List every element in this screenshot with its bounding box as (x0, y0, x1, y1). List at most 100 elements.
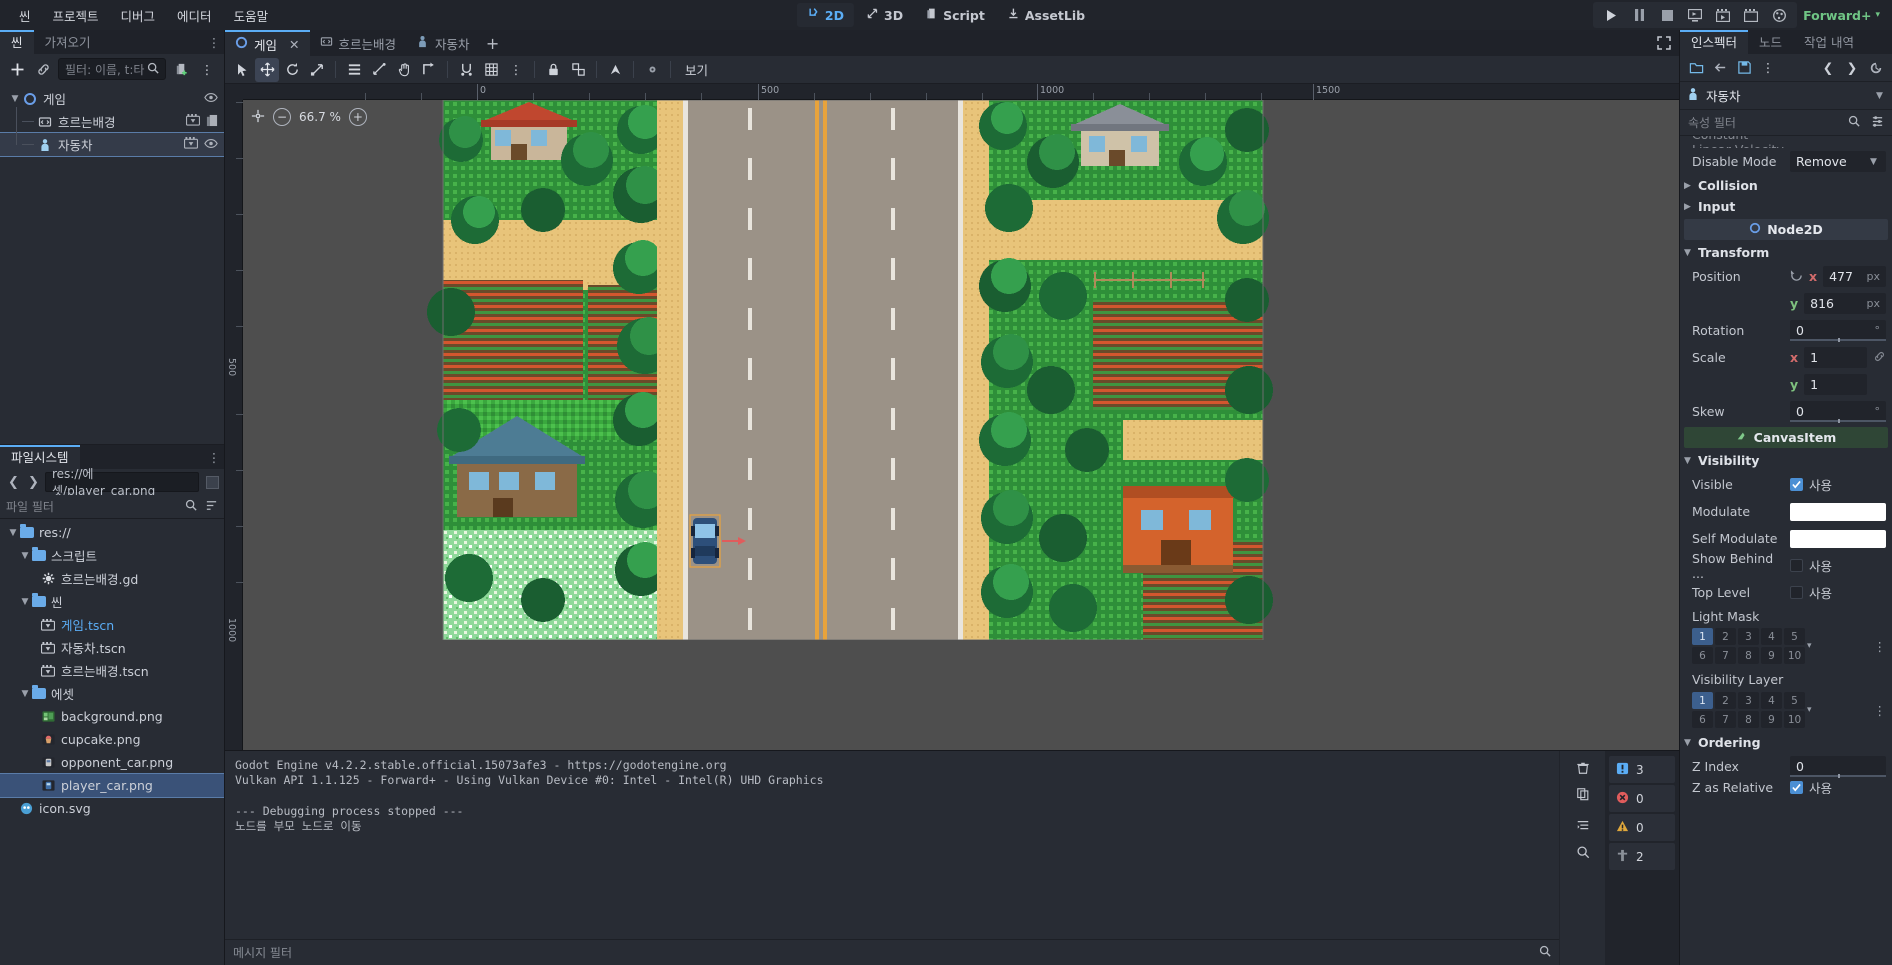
light-mask-bit-8[interactable]: 8 (1738, 647, 1759, 664)
movie-stop-icon[interactable] (1737, 4, 1765, 26)
chevron-down-icon[interactable]: ▼ (1876, 91, 1886, 101)
canvas-viewport[interactable]: 0 500 1000 1500 500 1000 − 66.7 % + (225, 84, 1679, 750)
fs-row-player-car-png[interactable]: player_car.png (0, 773, 224, 798)
light-mask-bit-2[interactable]: 2 (1715, 628, 1736, 645)
save-icon[interactable] (1733, 57, 1755, 79)
add-node-icon[interactable] (6, 58, 28, 80)
scene-tree[interactable]: ▼ 게임 흐르는배경 자동차 (0, 84, 224, 445)
property-value-scale-x[interactable]: 1 (1804, 347, 1867, 368)
renderer-selector[interactable]: Forward+ ▾ (1797, 8, 1886, 23)
view-menu[interactable]: 보기 (677, 60, 716, 79)
list-select-icon[interactable] (342, 58, 366, 82)
filesystem-tree[interactable]: ▼ res:// ▼ 스크립트 흐르는배경.gd ▼ 씬 게임.tscn 자동차… (0, 519, 224, 965)
scene-dock-menu-icon[interactable]: ⋮ (204, 30, 224, 54)
lock-icon[interactable] (541, 58, 565, 82)
property-row-visible[interactable]: Visible 사용 (1680, 471, 1892, 498)
movie-play-icon[interactable] (1709, 4, 1737, 26)
light-mask-bit-3[interactable]: 3 (1738, 628, 1759, 645)
anchor-icon[interactable] (417, 58, 441, 82)
property-section-visibility[interactable]: ▼ Visibility (1680, 450, 1892, 471)
scene-instance-icon[interactable] (183, 137, 199, 152)
property-value-rotation[interactable]: 0 ° (1790, 320, 1886, 342)
grid-icon[interactable] (479, 58, 503, 82)
play-icon[interactable] (1597, 4, 1625, 26)
menu-debug[interactable]: 디버그 (110, 2, 167, 29)
zoom-level-label[interactable]: 66.7 % (299, 110, 341, 124)
filesystem-filter-input[interactable]: 파일 필터 (0, 495, 224, 519)
scene-tree-row-game[interactable]: ▼ 게임 (0, 87, 224, 110)
counter-error[interactable]: 0 (1609, 785, 1675, 812)
top-level-checkbox[interactable] (1790, 586, 1803, 599)
back-icon[interactable] (1709, 57, 1731, 79)
fs-row-res[interactable]: ▼ res:// (0, 521, 224, 544)
link-scale-icon[interactable] (1873, 350, 1886, 366)
snap-menu-icon[interactable]: ⋮ (504, 58, 528, 82)
visibility-layer-bit-5[interactable]: 5 (1784, 692, 1805, 709)
mode-3d[interactable]: 3D (856, 3, 913, 27)
select-icon[interactable] (230, 58, 254, 82)
property-row-modulate[interactable]: Modulate (1680, 498, 1892, 525)
property-value-z-index[interactable]: 0 (1790, 756, 1886, 778)
property-value-position-y[interactable]: 816 px (1804, 293, 1886, 314)
fs-row-parallax-tscn[interactable]: 흐르는배경.tscn (0, 659, 224, 682)
visibility-layer-bit-9[interactable]: 9 (1761, 711, 1782, 728)
light-mask-bit-1[interactable]: 1 (1692, 628, 1713, 645)
scene-tab-car[interactable]: 자동차 (406, 30, 480, 56)
clear-output-icon[interactable] (1570, 756, 1596, 779)
back-icon[interactable]: ❮ (5, 475, 22, 490)
z-index-slider[interactable] (1790, 774, 1886, 778)
property-row-skew[interactable]: Skew 0 ° (1680, 398, 1892, 425)
light-mask-bit-9[interactable]: 9 (1761, 647, 1782, 664)
scene-tab-parallax[interactable]: 흐르는배경 (310, 30, 407, 56)
modulate-color-swatch[interactable] (1790, 502, 1886, 521)
property-row-self-modulate[interactable]: Self Modulate (1680, 525, 1892, 552)
counter-message[interactable]: 3 (1609, 756, 1675, 783)
light-mask-bit-10[interactable]: 10 (1784, 647, 1805, 664)
property-section-input[interactable]: ▶ Input (1680, 196, 1892, 217)
property-value-position-x[interactable]: 477 px (1823, 266, 1886, 287)
pan-icon[interactable] (392, 58, 416, 82)
inspector-properties[interactable]: Constant Linear Velocity Disable Mode Re… (1680, 136, 1892, 965)
visibility-layer-bit-10[interactable]: 10 (1784, 711, 1805, 728)
history-prev-icon[interactable]: ❮ (1817, 57, 1839, 79)
property-row-disable-mode[interactable]: Disable Mode Remove ▼ (1680, 148, 1892, 175)
mode-2d[interactable]: 2D (796, 3, 854, 27)
fs-row-car-tscn[interactable]: 자동차.tscn (0, 636, 224, 659)
ruler-icon[interactable] (367, 58, 391, 82)
filesystem-dock-menu-icon[interactable]: ⋮ (204, 445, 224, 469)
history-list-icon[interactable] (1865, 57, 1887, 79)
create-script-icon[interactable] (170, 58, 192, 80)
inspector-options-icon[interactable] (1871, 115, 1884, 131)
tab-inspector[interactable]: 인스펙터 (1680, 30, 1749, 54)
property-row-scale-y[interactable]: y 1 (1680, 371, 1892, 398)
stop-icon[interactable] (1653, 4, 1681, 26)
tab-import[interactable]: 가져오기 (34, 30, 102, 54)
script-icon[interactable] (206, 114, 218, 130)
zoom-out-button[interactable]: − (273, 108, 291, 126)
property-row-z-index[interactable]: Z Index 0 (1680, 753, 1892, 780)
output-log[interactable]: Godot Engine v4.2.2.stable.official.1507… (225, 751, 1559, 965)
rotate-icon[interactable] (280, 58, 304, 82)
property-section-collision[interactable]: ▶ Collision (1680, 175, 1892, 196)
property-row-rotation[interactable]: Rotation 0 ° (1680, 317, 1892, 344)
fs-row-scripts[interactable]: ▼ 스크립트 (0, 544, 224, 567)
property-value-disable-mode[interactable]: Remove ▼ (1790, 151, 1886, 172)
fs-row-cupcake-png[interactable]: cupcake.png (0, 728, 224, 751)
light-mask-bit-4[interactable]: 4 (1761, 628, 1782, 645)
tab-history[interactable]: 작업 내역 (1793, 30, 1865, 54)
fs-row-icon-svg[interactable]: icon.svg (0, 797, 224, 820)
self-modulate-color-swatch[interactable] (1790, 529, 1886, 548)
light-mask-menu-icon[interactable]: ⋮ (1874, 639, 1887, 654)
mode-assetlib[interactable]: AssetLib (997, 3, 1095, 27)
distraction-free-icon[interactable] (1649, 30, 1679, 56)
show-behind-checkbox[interactable] (1790, 559, 1803, 572)
tab-node[interactable]: 노드 (1748, 30, 1793, 54)
mode-script[interactable]: Script (915, 3, 995, 27)
inspector-menu-icon[interactable]: ⋮ (1757, 57, 1779, 79)
chevron-down-icon[interactable]: ▼ (18, 551, 32, 561)
property-row-z-as-relative[interactable]: Z as Relative 사용 (1680, 780, 1892, 794)
menu-scene[interactable]: 씬 (8, 2, 42, 29)
fs-row-parallax-gd[interactable]: 흐르는배경.gd (0, 567, 224, 590)
reset-icon[interactable] (1790, 269, 1803, 285)
fs-row-background-png[interactable]: background.png (0, 705, 224, 728)
